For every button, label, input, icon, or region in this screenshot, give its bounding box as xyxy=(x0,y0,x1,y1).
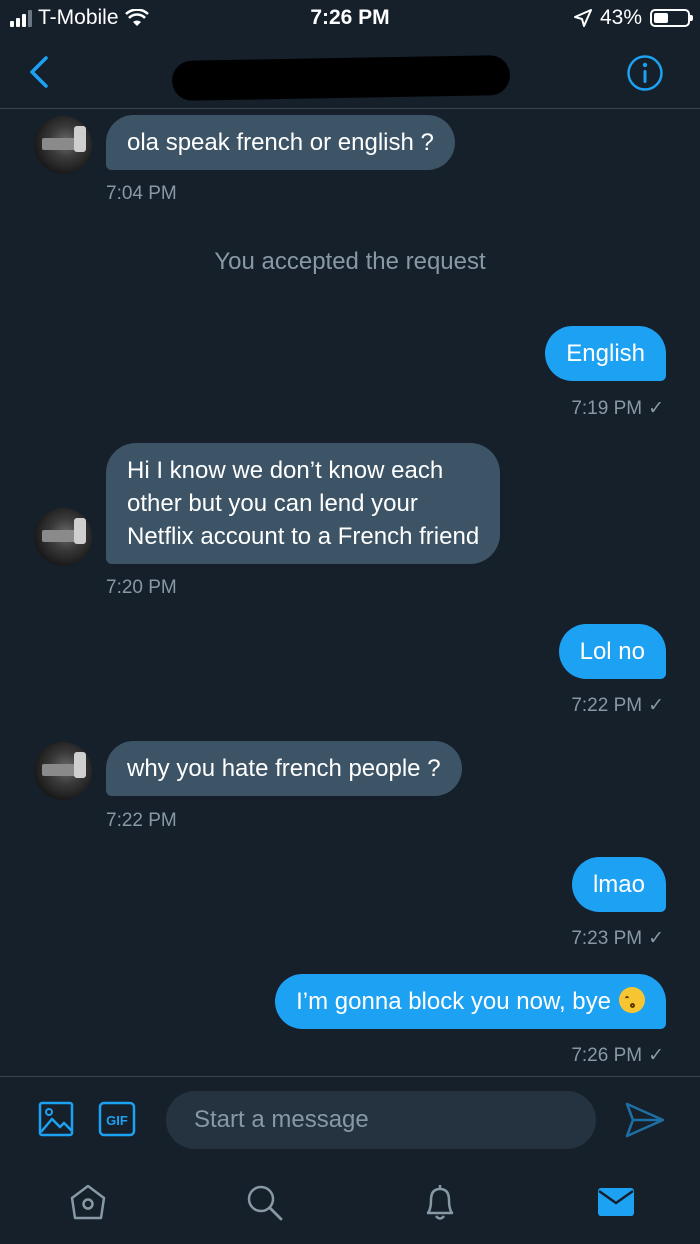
image-icon[interactable] xyxy=(38,1101,74,1137)
message-line: Netflix account to a French friend xyxy=(127,523,480,550)
location-arrow-icon xyxy=(573,9,592,27)
battery-percent: 43% xyxy=(599,6,642,29)
message-timestamp: 7:19 PM xyxy=(571,397,643,419)
message-timestamp: 7:04 PM xyxy=(106,183,177,204)
message-bubble-incoming[interactable]: ola speak french or english ? xyxy=(106,115,455,170)
message-bubble-outgoing[interactable]: lmao xyxy=(571,857,666,912)
message-timestamp: 7:20 PM xyxy=(106,577,177,598)
message-input[interactable] xyxy=(166,1091,596,1149)
message-meta: 7:23 PM ✓ xyxy=(571,927,664,950)
message-bubble-outgoing[interactable]: English xyxy=(545,326,666,381)
message-timestamp: 7:22 PM xyxy=(571,694,643,716)
kissing-face-emoji-icon xyxy=(619,987,645,1013)
bell-icon[interactable] xyxy=(420,1182,460,1222)
messages-envelope-icon[interactable] xyxy=(596,1182,636,1222)
sender-avatar[interactable] xyxy=(34,116,92,174)
read-check-icon: ✓ xyxy=(648,695,664,716)
message-timestamp: 7:23 PM xyxy=(571,927,643,949)
message-bubble-incoming[interactable]: Hi I know we don’t know each other but y… xyxy=(106,443,501,564)
message-line: other but you can lend your xyxy=(127,490,418,517)
search-icon[interactable] xyxy=(244,1182,284,1222)
redacted-username xyxy=(171,55,511,101)
message-meta: 7:26 PM ✓ xyxy=(571,1044,664,1067)
message-timestamp: 7:22 PM xyxy=(106,810,177,831)
bottom-tab-bar xyxy=(0,1164,700,1244)
conversation-header xyxy=(0,36,700,109)
message-bubble-incoming[interactable]: why you hate french people ? xyxy=(106,741,462,796)
message-text: lmao xyxy=(592,871,645,898)
message-text: ola speak french or english ? xyxy=(127,129,434,156)
battery-fill xyxy=(654,13,668,23)
message-bubble-outgoing[interactable]: I’m gonna block you now, bye xyxy=(275,974,666,1029)
sender-avatar[interactable] xyxy=(34,742,92,800)
message-thread[interactable]: ola speak french or english ? 7:04 PM Yo… xyxy=(0,108,700,1076)
read-check-icon: ✓ xyxy=(648,1045,664,1066)
message-meta: 7:19 PM ✓ xyxy=(571,397,664,420)
back-chevron-icon[interactable] xyxy=(20,50,60,94)
system-notice: You accepted the request xyxy=(214,248,486,275)
read-check-icon: ✓ xyxy=(648,928,664,949)
message-line: Hi I know we don’t know each xyxy=(127,457,444,484)
status-bar: T-Mobile 7:26 PM 43% xyxy=(0,0,700,36)
status-right: 43% xyxy=(573,6,693,30)
message-text: English xyxy=(566,340,645,367)
sender-avatar[interactable] xyxy=(34,508,92,566)
battery-icon xyxy=(650,9,693,27)
message-text: why you hate french people ? xyxy=(127,755,441,782)
compose-bar: GIF xyxy=(0,1076,700,1165)
gif-label: GIF xyxy=(106,1113,128,1128)
home-icon[interactable] xyxy=(68,1182,108,1222)
message-text: Lol no xyxy=(579,638,645,665)
message-text: I’m gonna block you now, bye xyxy=(296,988,611,1015)
send-icon[interactable] xyxy=(624,1101,666,1139)
read-check-icon: ✓ xyxy=(648,398,664,419)
message-meta: 7:22 PM ✓ xyxy=(571,694,664,717)
info-icon[interactable] xyxy=(626,54,664,92)
message-bubble-outgoing[interactable]: Lol no xyxy=(558,624,666,679)
message-timestamp: 7:26 PM xyxy=(571,1044,643,1066)
gif-icon[interactable]: GIF xyxy=(98,1101,136,1137)
